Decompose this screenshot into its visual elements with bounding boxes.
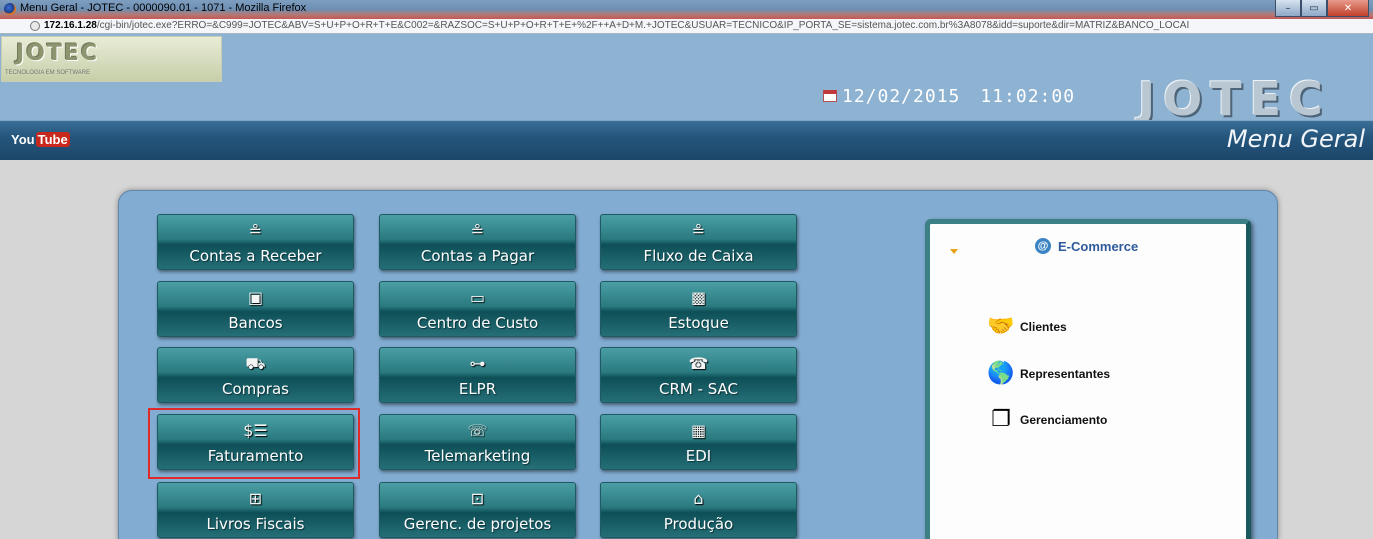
module-label: Contas a Pagar bbox=[420, 247, 535, 265]
firefox-icon bbox=[4, 3, 16, 15]
url-host: 172.16.1.28 bbox=[44, 20, 97, 31]
phone-icon: ☎ bbox=[688, 354, 709, 373]
module-fluxo-de-caixa-button[interactable]: ≗ Fluxo de Caixa bbox=[600, 214, 797, 270]
datetime-display: 12/02/2015 11:02:00 bbox=[823, 84, 1075, 108]
factory-icon: ⌂ bbox=[693, 489, 704, 508]
module-label: Gerenc. de projetos bbox=[403, 515, 552, 533]
faturamento-highlight-box bbox=[148, 408, 360, 479]
module-label: Fluxo de Caixa bbox=[643, 247, 754, 265]
module-edi-button[interactable]: ▦ EDI bbox=[600, 414, 797, 470]
youtube-tube: Tube bbox=[35, 132, 70, 147]
module-centro-de-custo-button[interactable]: ▭ Centro de Custo bbox=[379, 281, 576, 337]
at-icon: @ bbox=[1035, 238, 1051, 254]
window-titlebar: Menu Geral - JOTEC - 0000090.01 - 1071 -… bbox=[0, 0, 1373, 19]
globe-icon bbox=[30, 21, 40, 31]
ecommerce-item-label: Clientes bbox=[1020, 320, 1067, 334]
ecommerce-header: @ E-Commerce bbox=[1035, 238, 1138, 254]
project-icon: ⊡ bbox=[470, 489, 485, 508]
document-icon: ▦ bbox=[690, 421, 707, 440]
module-label: Estoque bbox=[668, 314, 729, 332]
module-contas-a-receber-button[interactable]: ≗ Contas a Receber bbox=[157, 214, 354, 270]
window-title: Menu Geral - JOTEC - 0000090.01 - 1071 -… bbox=[20, 2, 307, 14]
module-gerenc-de-projetos-button[interactable]: ⊡ Gerenc. de projetos bbox=[379, 482, 576, 538]
collapse-caret-icon[interactable] bbox=[950, 249, 958, 254]
module-label: Livros Fiscais bbox=[206, 515, 305, 533]
time-text: 11:02:00 bbox=[980, 85, 1076, 107]
register-icon: ≗ bbox=[691, 221, 706, 240]
calendar-icon bbox=[823, 90, 837, 102]
ecommerce-panel: @ E-Commerce 🤝 Clientes 🌎 Representantes… bbox=[925, 219, 1251, 539]
ecommerce-item-label: Representantes bbox=[1020, 367, 1111, 381]
register-icon: ≗ bbox=[248, 221, 263, 240]
page-title: Menu Geral bbox=[1226, 125, 1365, 153]
network-icon: ⊶ bbox=[469, 354, 486, 373]
date-text: 12/02/2015 bbox=[842, 85, 961, 107]
module-estoque-button[interactable]: ▩ Estoque bbox=[600, 281, 797, 337]
logo-small-word: JOTEC bbox=[16, 41, 100, 66]
logo-small-tagline: TECNOLOGIA EM SOFTWARE bbox=[5, 70, 91, 76]
module-crm-sac-button[interactable]: ☎ CRM - SAC bbox=[600, 347, 797, 403]
module-label: Telemarketing bbox=[424, 447, 531, 465]
module-label: Bancos bbox=[228, 314, 283, 332]
module-livros-fiscais-button[interactable]: ⊞ Livros Fiscais bbox=[157, 482, 354, 538]
module-compras-button[interactable]: ⛟ Compras bbox=[157, 347, 354, 403]
telephone-icon: ☏ bbox=[467, 421, 488, 440]
jotec-logo-large: JOTEC bbox=[1138, 72, 1331, 126]
module-label: EDI bbox=[685, 447, 712, 465]
youtube-you: You bbox=[11, 132, 35, 147]
windows-stack-icon: ❐ bbox=[991, 407, 1011, 432]
minimize-button[interactable]: – bbox=[1275, 0, 1301, 17]
handshake-icon: 🤝 bbox=[987, 314, 1015, 339]
url-path: /cgi-bin/jotec.exe?ERRO=&C999=JOTEC&ABV=… bbox=[96, 20, 1190, 31]
window-controls: – ▭ ✕ bbox=[1275, 0, 1369, 18]
close-button[interactable]: ✕ bbox=[1327, 0, 1369, 17]
ecommerce-item-gerenciamento[interactable]: ❐ Gerenciamento bbox=[985, 407, 1107, 433]
module-producao-button[interactable]: ⌂ Produção bbox=[600, 482, 797, 538]
ecommerce-item-label: Gerenciamento bbox=[1020, 413, 1108, 427]
url-text[interactable]: 172.16.1.28/cgi-bin/jotec.exe?ERRO=&C999… bbox=[44, 20, 1189, 31]
youtube-link[interactable]: You Tube bbox=[11, 132, 70, 147]
module-bancos-button[interactable]: ▣ Bancos bbox=[157, 281, 354, 337]
module-label: ELPR bbox=[458, 380, 497, 398]
register-icon: ≗ bbox=[470, 221, 485, 240]
cart-icon: ⛟ bbox=[245, 354, 266, 373]
jotec-logo-small: JOTEC TECNOLOGIA EM SOFTWARE bbox=[1, 36, 222, 82]
module-label: Produção bbox=[663, 515, 734, 533]
ecommerce-item-representantes[interactable]: 🌎 Representantes bbox=[985, 361, 1110, 387]
address-bar[interactable]: 172.16.1.28/cgi-bin/jotec.exe?ERRO=&C999… bbox=[0, 19, 1373, 34]
bank-icon: ▣ bbox=[247, 288, 264, 307]
maximize-button[interactable]: ▭ bbox=[1301, 0, 1327, 17]
module-telemarketing-button[interactable]: ☏ Telemarketing bbox=[379, 414, 576, 470]
globe-icon: 🌎 bbox=[987, 361, 1015, 386]
books-icon: ⊞ bbox=[248, 489, 263, 508]
module-label: CRM - SAC bbox=[658, 380, 739, 398]
module-label: Compras bbox=[222, 380, 289, 398]
module-label: Contas a Receber bbox=[189, 247, 322, 265]
box-icon: ▩ bbox=[690, 288, 707, 307]
folder-icon: ▭ bbox=[469, 288, 486, 307]
nav-band: You Tube Menu Geral bbox=[0, 120, 1373, 160]
module-elpr-button[interactable]: ⊶ ELPR bbox=[379, 347, 576, 403]
module-label: Centro de Custo bbox=[416, 314, 539, 332]
module-contas-a-pagar-button[interactable]: ≗ Contas a Pagar bbox=[379, 214, 576, 270]
ecommerce-title: E-Commerce bbox=[1058, 238, 1139, 254]
ecommerce-item-clientes[interactable]: 🤝 Clientes bbox=[985, 314, 1067, 340]
